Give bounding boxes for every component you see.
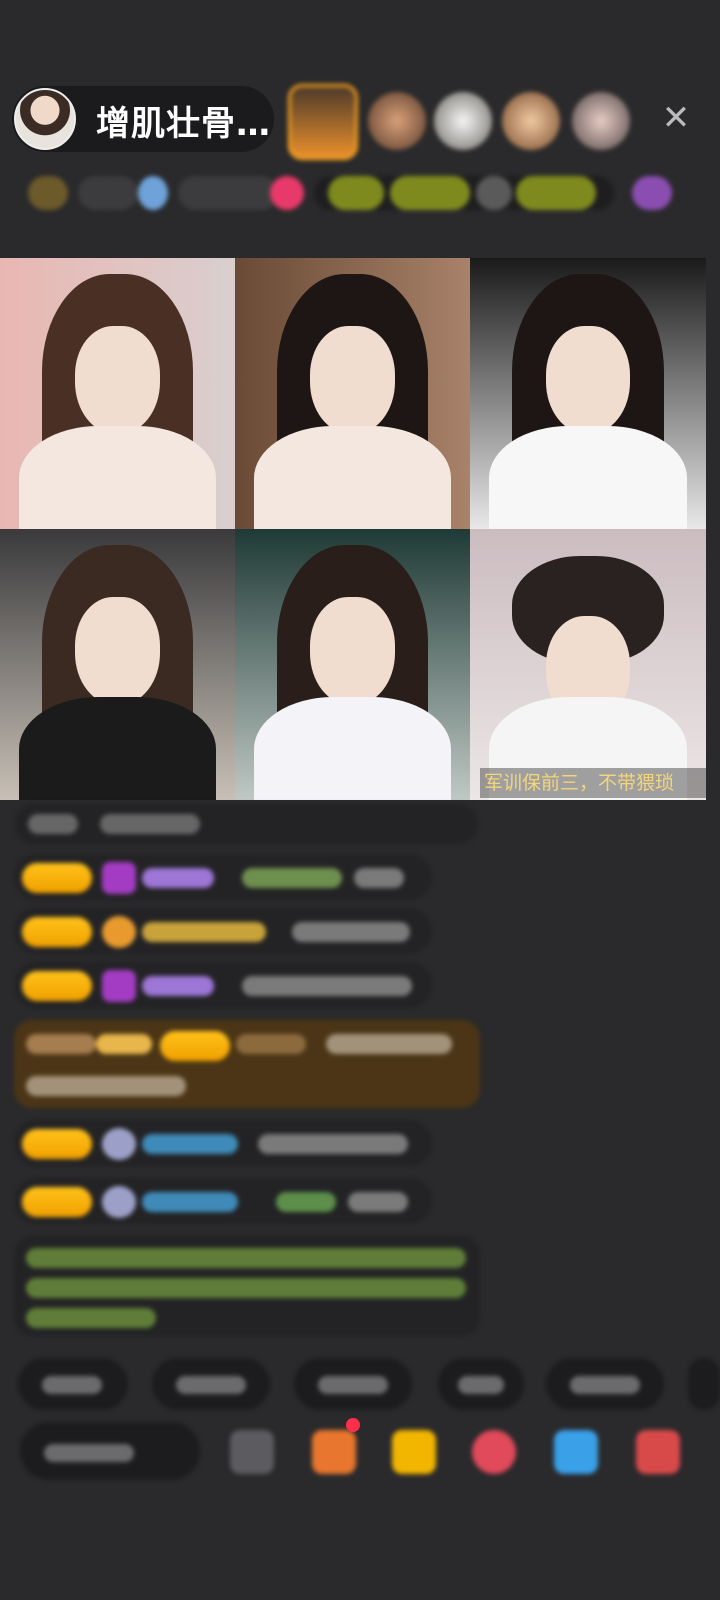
viewer-avatar[interactable]: [368, 92, 426, 150]
chat-message: [14, 908, 432, 954]
quick-action-button[interactable]: [152, 1358, 270, 1410]
viewer-avatar[interactable]: [288, 84, 358, 160]
video-tile[interactable]: [0, 529, 235, 800]
chat-message: [14, 1120, 432, 1166]
video-tile[interactable]: [235, 529, 470, 800]
host-avatar[interactable]: [14, 88, 76, 150]
heart-gift-icon[interactable]: [472, 1430, 516, 1474]
multi-guest-video-grid[interactable]: [0, 258, 706, 800]
video-tile[interactable]: [470, 258, 706, 529]
video-tile[interactable]: [235, 258, 470, 529]
video-tile[interactable]: [0, 258, 235, 529]
quick-action-button[interactable]: [294, 1358, 412, 1410]
comment-input[interactable]: [20, 1422, 200, 1480]
quick-action-button[interactable]: [18, 1358, 128, 1410]
video-tile[interactable]: [470, 529, 706, 800]
gift-box-icon[interactable]: [312, 1430, 356, 1474]
chat-bubble-icon[interactable]: [554, 1430, 598, 1474]
guest-caption: 军训保前三，不带猥琐: [480, 768, 706, 798]
viewer-avatar[interactable]: [502, 92, 560, 150]
chat-message: [14, 962, 432, 1008]
host-name[interactable]: 增肌壮骨…: [96, 96, 271, 145]
quick-action-button[interactable]: [546, 1358, 664, 1410]
room-info-row: [18, 170, 688, 216]
chat-message: [14, 1178, 432, 1224]
close-icon[interactable]: ✕: [658, 100, 694, 136]
shop-icon[interactable]: [636, 1430, 680, 1474]
gift-icon[interactable]: [392, 1430, 436, 1474]
notification-dot-icon: [346, 1418, 360, 1432]
chat-message: [14, 804, 478, 844]
system-notice: [14, 1236, 480, 1336]
quick-action-button[interactable]: [688, 1358, 720, 1410]
viewer-avatar[interactable]: [434, 92, 492, 150]
more-icon[interactable]: [230, 1430, 274, 1474]
quick-action-button[interactable]: [438, 1358, 524, 1410]
chat-message-highlight: [14, 1020, 480, 1108]
viewer-avatar[interactable]: [572, 92, 630, 150]
chat-message: [14, 854, 432, 900]
